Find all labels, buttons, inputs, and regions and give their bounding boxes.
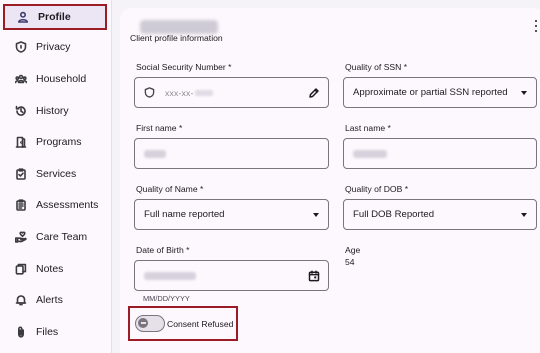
shield-icon <box>8 41 34 53</box>
sidebar-item-label: Services <box>36 168 77 180</box>
ssn-quality-value: Approximate or partial SSN reported <box>353 87 508 98</box>
dropdown-arrow-icon <box>313 213 319 217</box>
dob-quality-select[interactable]: Full DOB Reported <box>343 199 537 230</box>
edit-pencil-icon[interactable] <box>308 87 320 99</box>
toggle-knob-minus-icon <box>138 318 148 328</box>
dob-label: Date of Birth * <box>136 245 190 255</box>
name-quality-value: Full name reported <box>144 209 225 220</box>
last-name-field[interactable] <box>343 138 537 169</box>
ssn-quality-label: Quality of SSN * <box>345 62 408 72</box>
more-options-icon[interactable] <box>532 18 540 34</box>
sidebar-item-profile[interactable]: Profile <box>3 4 107 30</box>
first-name-redacted <box>144 149 166 158</box>
name-quality-select[interactable]: Full name reported <box>134 199 329 230</box>
client-name-redacted <box>140 20 218 34</box>
dropdown-arrow-icon <box>521 91 527 95</box>
sidebar-item-label: Privacy <box>36 41 71 53</box>
sidebar-item-label: History <box>36 105 69 117</box>
last-name-label: Last name * <box>345 123 391 133</box>
name-quality-label: Quality of Name * <box>136 184 204 194</box>
dob-hint: MM/DD/YYYY <box>143 294 190 303</box>
first-name-label: First name * <box>136 123 183 133</box>
dob-redacted <box>144 271 196 280</box>
clipboard-check-icon <box>8 168 34 180</box>
sidebar-item-care-team[interactable]: Care Team <box>3 224 107 250</box>
ssn-field[interactable]: xxx-xx- <box>134 77 329 108</box>
last-name-redacted <box>353 149 387 158</box>
notes-icon <box>8 263 34 275</box>
sidebar-item-assessments[interactable]: Assessments <box>3 192 107 218</box>
ssn-label: Social Security Number * <box>136 62 232 72</box>
sidebar-item-label: Alerts <box>36 294 63 306</box>
sidebar-item-household[interactable]: Household <box>3 66 107 92</box>
sidebar-item-programs[interactable]: Programs <box>3 129 107 155</box>
dropdown-arrow-icon <box>521 213 527 217</box>
ssn-quality-select[interactable]: Approximate or partial SSN reported <box>343 77 537 108</box>
sidebar-item-files[interactable]: Files <box>3 319 107 345</box>
sidebar: Profile Privacy Household History Progra… <box>0 0 112 353</box>
sidebar-item-label: Notes <box>36 263 64 275</box>
ssn-redacted <box>194 89 213 96</box>
age-value: 54 <box>345 257 355 267</box>
sidebar-item-history[interactable]: History <box>3 98 107 124</box>
card-subtitle: Client profile information <box>130 33 223 43</box>
shield-icon <box>144 87 155 98</box>
consent-refused-toggle[interactable] <box>135 315 165 332</box>
dob-quality-value: Full DOB Reported <box>353 209 435 220</box>
sidebar-item-label: Assessments <box>36 199 99 211</box>
sidebar-item-privacy[interactable]: Privacy <box>3 34 107 60</box>
sidebar-item-label: Care Team <box>36 231 88 243</box>
sidebar-item-label: Files <box>36 326 59 338</box>
sidebar-item-label: Profile <box>38 11 71 23</box>
sidebar-item-notes[interactable]: Notes <box>3 256 107 282</box>
history-icon <box>8 105 34 117</box>
dob-field[interactable] <box>134 260 329 291</box>
sidebar-item-alerts[interactable]: Alerts <box>3 287 107 313</box>
dob-quality-label: Quality of DOB * <box>345 184 409 194</box>
person-icon <box>10 11 36 23</box>
first-name-field[interactable] <box>134 138 329 169</box>
consent-refused-label: Consent Refused <box>167 319 234 329</box>
bell-icon <box>8 294 34 306</box>
ssn-value: xxx-xx- <box>165 87 194 98</box>
paperclip-icon <box>8 326 34 338</box>
calendar-icon[interactable] <box>308 270 320 282</box>
sidebar-item-label: Household <box>36 73 87 85</box>
sidebar-item-label: Programs <box>36 136 82 148</box>
hand-heart-icon <box>8 231 34 243</box>
age-label: Age <box>345 245 361 255</box>
door-icon <box>8 136 34 148</box>
people-icon <box>8 73 34 85</box>
consent-refused-highlight: Consent Refused <box>128 306 238 341</box>
clipboard-list-icon <box>8 199 34 211</box>
main-content: Client profile information Social Securi… <box>112 0 540 353</box>
sidebar-item-services[interactable]: Services <box>3 161 107 187</box>
